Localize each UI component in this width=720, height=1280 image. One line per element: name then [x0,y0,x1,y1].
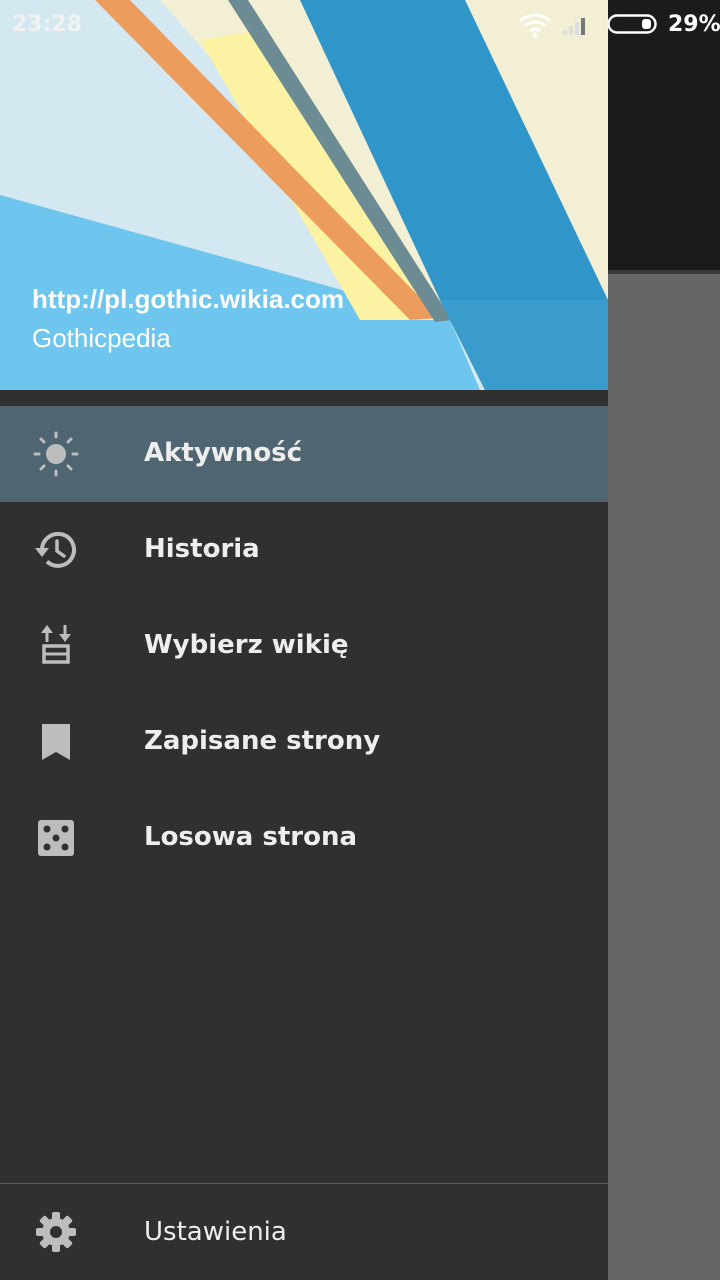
dice-icon [38,820,74,856]
menu-label: Ustawienia [144,1217,287,1247]
navigation-drawer: http://pl.gothic.wikia.com Gothicpedia A… [0,0,608,1280]
menu-item-wybierz-wikie[interactable]: Wybierz wikię [0,598,608,694]
menu-item-losowa-strona[interactable]: Losowa strona [0,790,608,886]
status-time: 23:28 [12,12,83,37]
drawer-header[interactable]: http://pl.gothic.wikia.com Gothicpedia [0,0,608,390]
menu-label: Wybierz wikię [144,630,349,660]
menu-label: Zapisane strony [144,726,381,756]
history-icon [35,531,76,568]
bookmark-icon [42,724,70,760]
menu-item-ustawienia[interactable]: Ustawienia [0,1184,608,1280]
swap-wiki-icon [41,625,71,664]
battery-icon [607,14,657,34]
drawer-menu: Aktywność Historia Wybierz wikię Zapisan… [0,406,608,886]
status-bar: 23:28 29% [0,0,720,48]
menu-label: Historia [144,534,260,564]
menu-item-zapisane-strony[interactable]: Zapisane strony [0,694,608,790]
menu-label: Losowa strona [144,822,358,852]
menu-item-aktywnosc[interactable]: Aktywność [0,406,608,502]
menu-label: Aktywność [144,438,303,468]
gear-icon [36,1212,76,1252]
wiki-url: http://pl.gothic.wikia.com [32,284,344,314]
signal-icon [563,18,585,35]
sun-icon [33,431,79,477]
wiki-name: Gothicpedia [32,323,171,353]
menu-item-historia[interactable]: Historia [0,502,608,598]
battery-percent: 29% [668,12,720,37]
wifi-icon [519,13,551,38]
